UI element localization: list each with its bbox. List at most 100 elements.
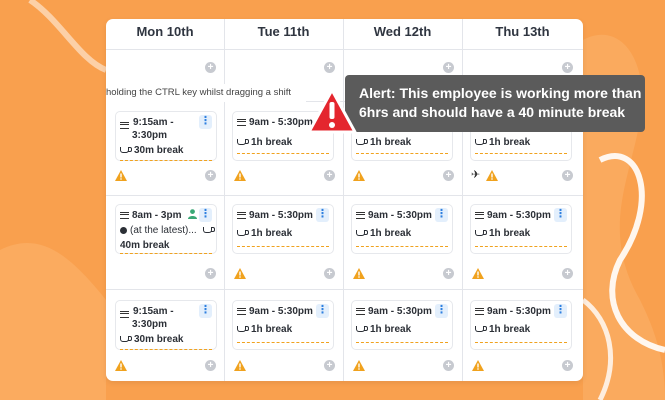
shift-card[interactable]: 9am - 5:30pm ⋮ 1h break <box>232 204 334 254</box>
add-shift-button[interactable]: + <box>443 62 454 73</box>
shift-options-button[interactable]: ⋮ <box>199 304 212 318</box>
shift-options-button[interactable]: ⋮ <box>316 208 329 222</box>
add-shift-button[interactable]: + <box>562 268 573 279</box>
break-label: 1h break <box>356 324 411 335</box>
break-label: 1h break <box>237 324 292 335</box>
grid-divider <box>224 19 225 381</box>
break-indicator <box>120 349 212 350</box>
menu-icon <box>356 307 365 315</box>
add-shift-button[interactable]: + <box>205 62 216 73</box>
add-shift-button[interactable]: + <box>205 268 216 279</box>
alert-line: 6hrs and should have a 40 minute break <box>359 104 626 120</box>
shift-time: 9am - 5:30pm <box>475 306 551 317</box>
break-indicator <box>475 342 567 343</box>
warning-icon <box>353 268 365 279</box>
schedule-card: Mon 10th Tue 11th Wed 12th Thu 13th + + … <box>106 19 583 381</box>
grid-divider <box>343 19 344 381</box>
warning-icon <box>115 360 127 371</box>
shift-options-button[interactable]: ⋮ <box>199 115 212 129</box>
break-indicator <box>237 153 329 154</box>
shift-card[interactable]: 9:15am - 3:30pm ⋮ 30m break <box>115 111 217 161</box>
shift-time: 9am - 5:30pm <box>237 210 313 221</box>
shift-note: (at the latest)... <box>120 225 217 236</box>
menu-icon <box>237 118 246 126</box>
break-indicator <box>356 342 448 343</box>
shift-options-button[interactable]: ⋮ <box>554 208 567 222</box>
break-label: 30m break <box>120 334 183 345</box>
add-shift-button[interactable]: + <box>443 170 454 181</box>
shift-options-button[interactable]: ⋮ <box>435 208 448 222</box>
column-header-wed: Wed 12th <box>373 24 432 39</box>
shift-time: 9am - 5:30pm <box>237 306 313 317</box>
add-shift-button[interactable]: + <box>443 268 454 279</box>
shift-card[interactable]: 9am - 5:30pm ⋮ 1h break <box>232 300 334 350</box>
cup-icon <box>356 230 368 237</box>
column-header-tue: Tue 11th <box>257 24 310 39</box>
add-shift-button[interactable]: + <box>562 62 573 73</box>
shift-card[interactable]: 9am - 5:30pm ⋮ 1h break <box>470 300 572 350</box>
shift-card[interactable]: 8am - 3pm ⋮ (at the latest)... 40m break <box>115 204 217 254</box>
shift-time: 3:30pm <box>132 130 168 141</box>
grid-divider <box>106 289 583 290</box>
warning-icon <box>234 170 246 181</box>
break-label: 1h break <box>237 137 292 148</box>
shift-options-button[interactable]: ⋮ <box>199 208 212 222</box>
shift-time: 3:30pm <box>132 319 168 330</box>
shift-options-button[interactable]: ⋮ <box>435 304 448 318</box>
break-indicator <box>237 342 329 343</box>
warning-icon <box>486 170 498 181</box>
plane-icon: ✈ <box>471 169 481 181</box>
shift-time: 9:15am - <box>133 306 174 317</box>
alert-line: Alert: This employee is working more tha… <box>359 85 642 101</box>
add-shift-button[interactable]: + <box>324 62 335 73</box>
menu-icon <box>356 211 365 219</box>
alert-warning-icon <box>307 88 357 134</box>
menu-icon <box>475 211 484 219</box>
add-shift-button[interactable]: + <box>562 170 573 181</box>
shift-time: 9am - 5:30pm <box>356 210 432 221</box>
cup-icon <box>237 139 249 146</box>
menu-icon <box>237 307 246 315</box>
cup-icon <box>475 139 487 146</box>
shift-card[interactable]: 9am - 5:30pm ⋮ 1h break <box>470 204 572 254</box>
add-shift-button[interactable]: + <box>205 170 216 181</box>
drag-hint: holding the CTRL key whilst dragging a s… <box>106 84 306 102</box>
menu-icon <box>120 311 129 318</box>
add-shift-button[interactable]: + <box>324 360 335 371</box>
warning-icon <box>115 170 127 181</box>
shift-options-button[interactable]: ⋮ <box>316 304 329 318</box>
break-label: 30m break <box>120 145 183 156</box>
break-label: 1h break <box>475 324 530 335</box>
break-label: 1h break <box>475 228 530 239</box>
cup-icon <box>475 230 487 237</box>
shift-card[interactable]: 9:15am - 3:30pm ⋮ 30m break <box>115 300 217 350</box>
break-label: 1h break <box>237 228 292 239</box>
warning-icon <box>472 360 484 371</box>
add-shift-button[interactable]: + <box>324 268 335 279</box>
alert-tooltip: Alert: This employee is working more tha… <box>345 75 645 132</box>
shift-card[interactable]: 9am - 5:30pm ⋮ 1h break <box>351 300 453 350</box>
shift-options-button[interactable]: ⋮ <box>554 304 567 318</box>
warning-icon <box>353 360 365 371</box>
add-shift-button[interactable]: + <box>562 360 573 371</box>
break-indicator <box>356 153 448 154</box>
add-shift-button[interactable]: + <box>443 360 454 371</box>
shift-time: 8am - 3pm <box>120 210 181 221</box>
warning-icon <box>234 268 246 279</box>
menu-icon <box>475 307 484 315</box>
column-header-mon: Mon 10th <box>136 24 194 39</box>
break-label: 1h break <box>475 137 530 148</box>
column-header-thu: Thu 13th <box>495 24 550 39</box>
add-shift-button[interactable]: + <box>205 360 216 371</box>
break-label: 1h break <box>356 228 411 239</box>
cup-icon <box>237 230 249 237</box>
warning-icon <box>472 268 484 279</box>
break-label: 1h break <box>356 137 411 148</box>
menu-icon <box>120 211 129 219</box>
warning-icon <box>234 360 246 371</box>
shift-card[interactable]: 9am - 5:30pm ⋮ 1h break <box>351 204 453 254</box>
shift-time: 9am - 5:30pm <box>237 117 313 128</box>
person-icon <box>188 209 197 219</box>
add-shift-button[interactable]: + <box>324 170 335 181</box>
grid-divider <box>106 195 583 196</box>
